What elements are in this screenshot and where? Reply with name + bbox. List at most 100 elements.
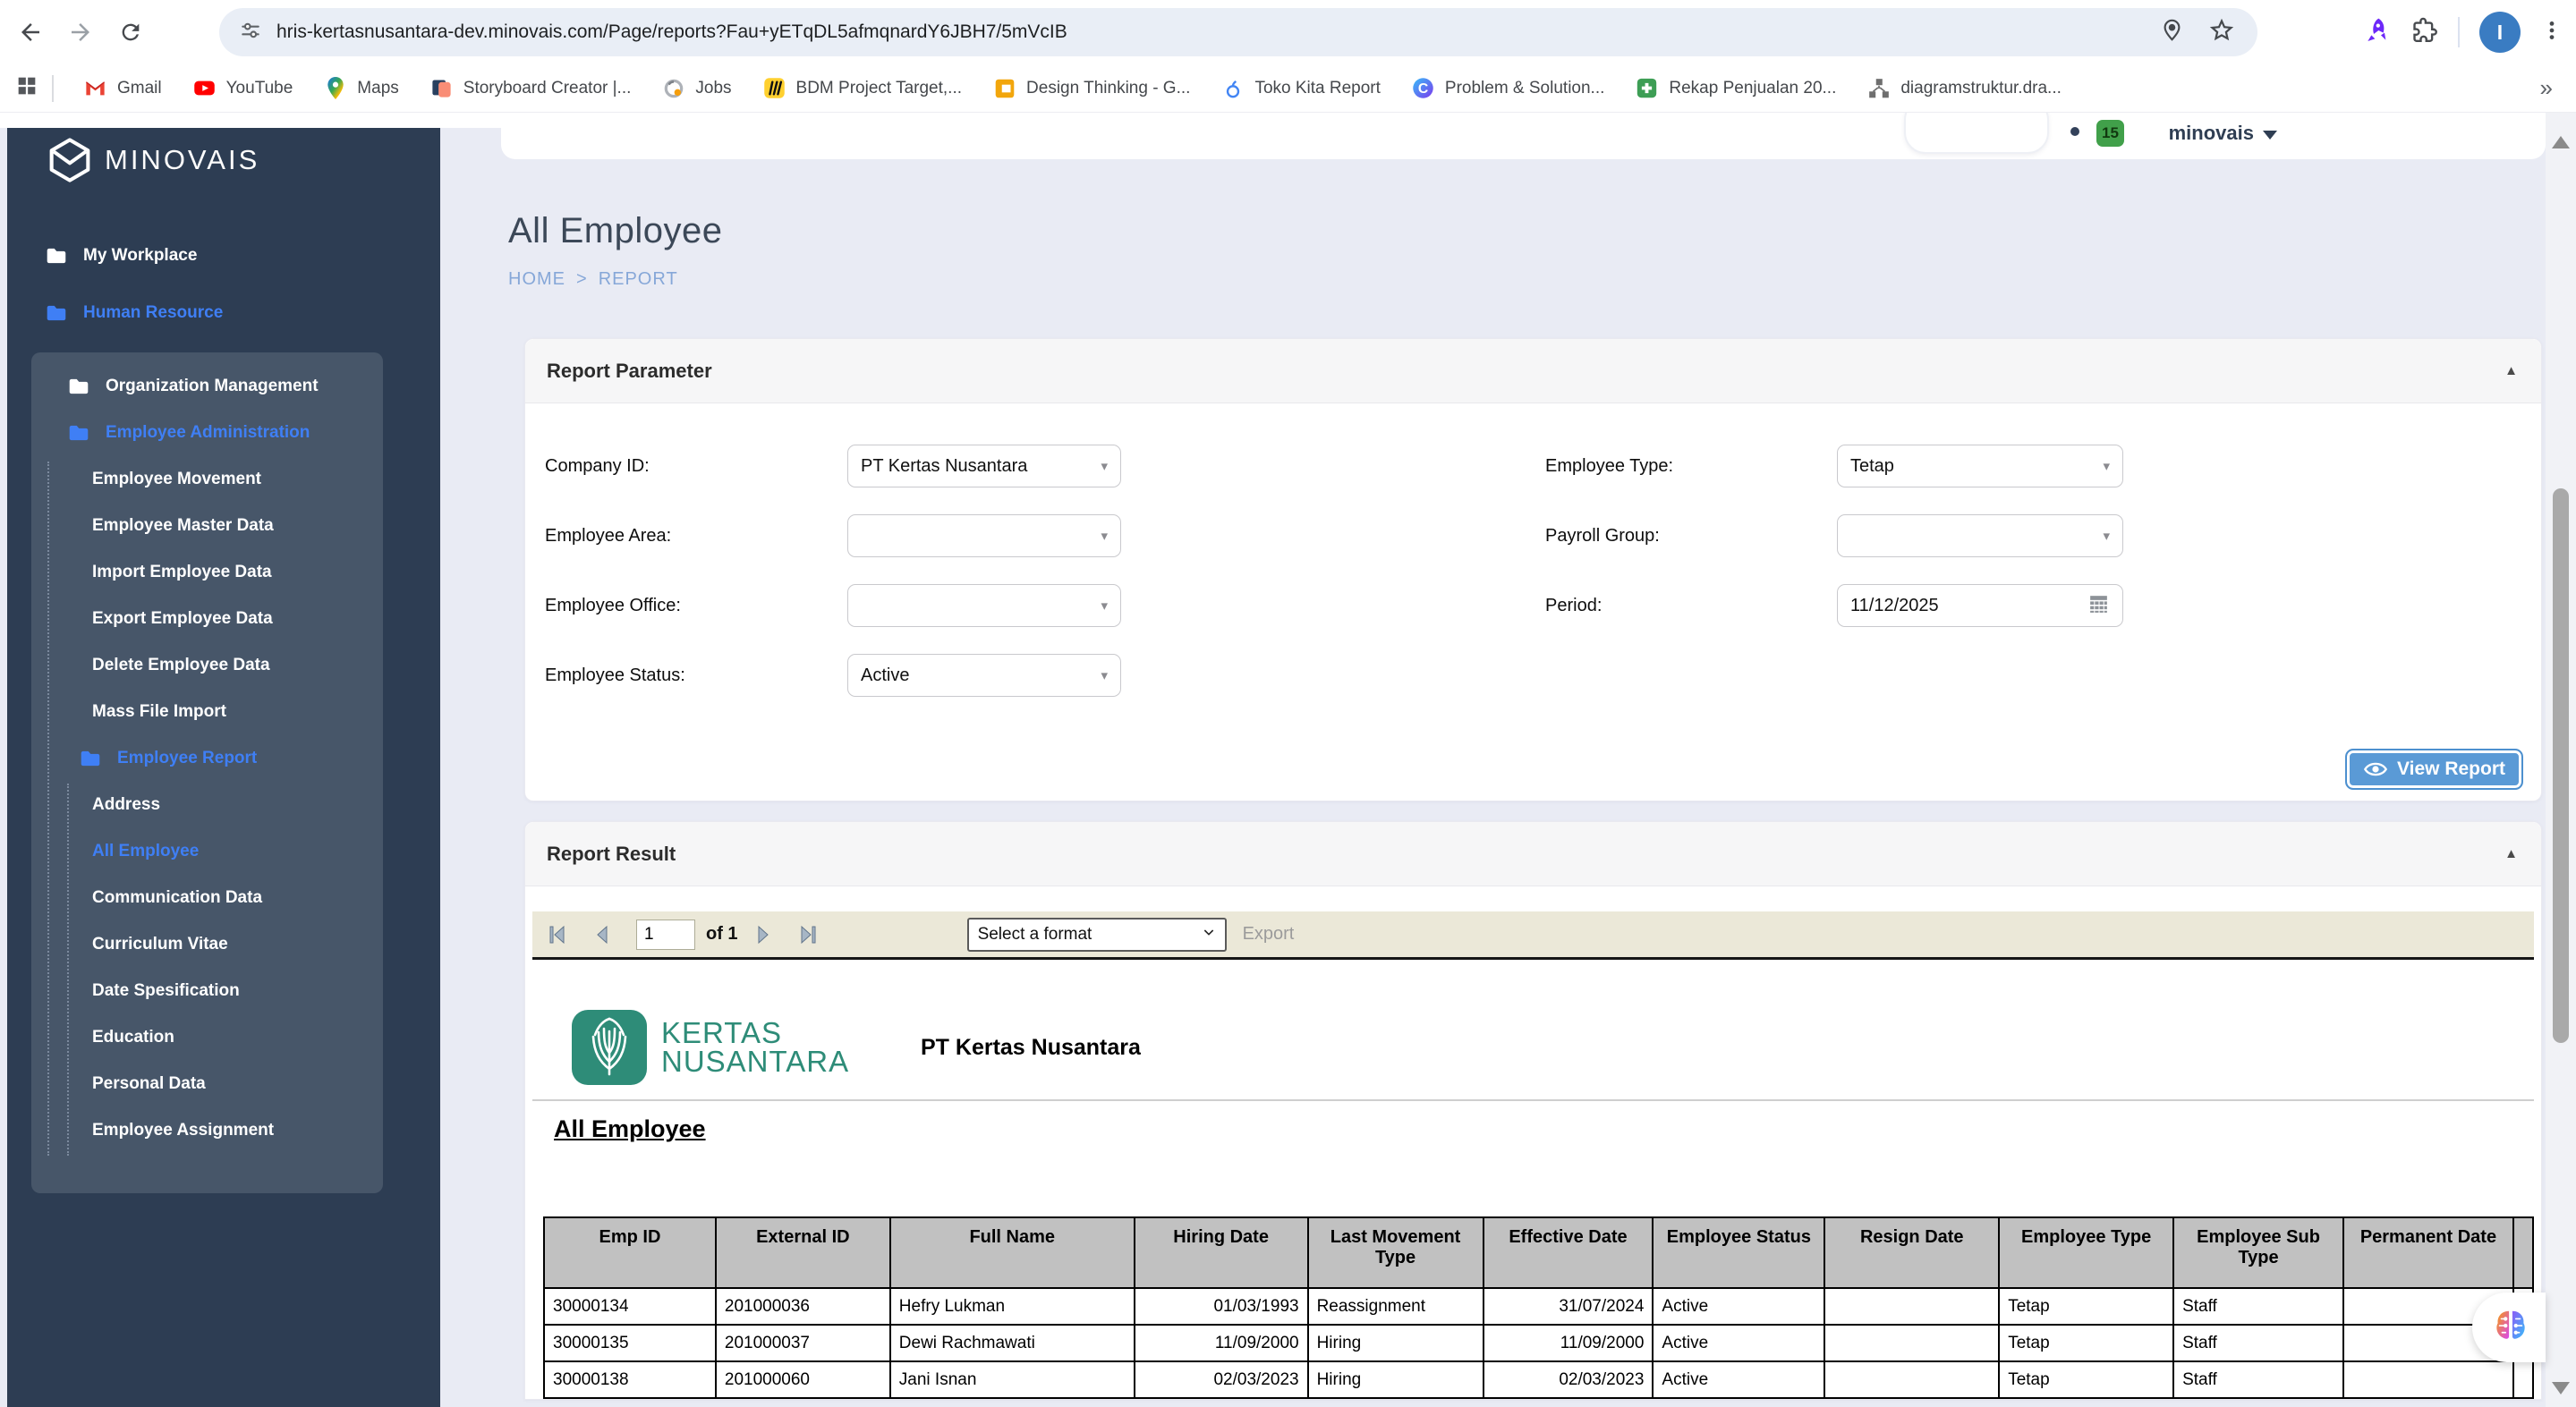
table-cell: 02/03/2023: [1482, 1360, 1654, 1399]
bookmark-item[interactable]: Gmail: [68, 71, 177, 106]
tune-icon[interactable]: [239, 19, 262, 47]
sidebar-item-curriculum-vitae[interactable]: Curriculum Vitae: [31, 921, 383, 968]
assistant-widget[interactable]: [2472, 1293, 2546, 1362]
chevron-down-icon: ▾: [2103, 459, 2110, 474]
table-cell: 11/09/2000: [1482, 1324, 1654, 1362]
reload-icon[interactable]: [111, 13, 150, 52]
table-cell: [1824, 1287, 2001, 1326]
report-result-panel: Report Result ▲ of 1: [524, 821, 2542, 1400]
collapse-icon[interactable]: ▲: [2504, 363, 2518, 378]
field-value: PT Kertas Nusantara: [861, 455, 1028, 476]
select-dropdown-company-id-[interactable]: PT Kertas Nusantara ▾: [847, 445, 1121, 487]
page-number-input[interactable]: [636, 919, 695, 950]
select-dropdown-payroll-group-[interactable]: ▾: [1837, 514, 2123, 557]
column-header: Full Name: [888, 1216, 1135, 1289]
sidebar-item-import-employee-data[interactable]: Import Employee Data: [31, 549, 383, 596]
apps-grid-icon[interactable]: [14, 73, 39, 103]
export-format-select[interactable]: Select a format: [966, 917, 1227, 952]
address-bar[interactable]: hris-kertasnusantara-dev.minovais.com/Pa…: [219, 8, 2257, 56]
view-report-button[interactable]: View Report: [2345, 749, 2523, 790]
url-text[interactable]: hris-kertasnusantara-dev.minovais.com/Pa…: [276, 21, 2160, 43]
select-dropdown-employee-type-[interactable]: Tetap ▾: [1837, 445, 2123, 487]
bookmark-item[interactable]: Toko Kita Report: [1205, 71, 1395, 106]
table-cell: 201000060: [714, 1360, 891, 1399]
prev-page-icon[interactable]: [591, 924, 613, 945]
last-page-icon[interactable]: [797, 924, 819, 945]
sidebar-item-employee-administration[interactable]: Employee Administration: [31, 410, 383, 456]
report-result-header[interactable]: Report Result ▲: [525, 822, 2541, 886]
table-cell: 30000135: [543, 1324, 717, 1362]
app-logo[interactable]: MINOVAIS: [7, 128, 440, 183]
sidebar-item-employee-report[interactable]: Employee Report: [31, 735, 383, 782]
sidebar-item-personal-data[interactable]: Personal Data: [31, 1061, 383, 1107]
extensions-puzzle-icon[interactable]: [2411, 17, 2438, 48]
parameter-fields-left: Company ID: PT Kertas Nusantara ▾ Employee …: [545, 445, 1121, 724]
select-dropdown-employee-area-[interactable]: ▾: [847, 514, 1121, 557]
sidebar-item-employee-assignment[interactable]: Employee Assignment: [31, 1107, 383, 1154]
account-menu[interactable]: minovais: [2169, 122, 2277, 145]
drawio-icon: [1866, 76, 1891, 100]
form-row: Payroll Group: ▾: [1545, 514, 2123, 557]
export-link[interactable]: Export: [1243, 924, 1295, 945]
profile-avatar[interactable]: I: [2479, 12, 2521, 53]
menu-kebab-icon[interactable]: [2540, 19, 2563, 47]
browser-toolbar: hris-kertasnusantara-dev.minovais.com/Pa…: [0, 0, 2576, 64]
table-cell: [1824, 1360, 2001, 1399]
bookmarks-overflow-chevron[interactable]: »: [2540, 74, 2553, 102]
back-icon[interactable]: [11, 13, 50, 52]
sidebar-item-education[interactable]: Education: [31, 1014, 383, 1061]
notification-bell-icon[interactable]: [2070, 127, 2079, 136]
sidebar: MINOVAIS My Workplace Human Resource Organ…: [7, 128, 440, 1407]
app-header: 15 minovais: [501, 113, 2546, 159]
notification-count-badge[interactable]: 15: [2096, 120, 2124, 147]
breadcrumb-current[interactable]: REPORT: [599, 269, 678, 290]
select-dropdown-employee-office-[interactable]: ▾: [847, 584, 1121, 627]
sidebar-item-all-employee[interactable]: All Employee: [31, 828, 383, 875]
breadcrumb-home[interactable]: HOME: [508, 269, 565, 290]
sidebar-item-employee-movement[interactable]: Employee Movement: [31, 456, 383, 503]
bookmark-item[interactable]: C Problem & Solution...: [1396, 71, 1620, 106]
sidebar-item-label: Personal Data: [92, 1074, 206, 1093]
report-heading: All Employee: [554, 1115, 706, 1142]
date-input-period-[interactable]: 11/12/2025: [1837, 584, 2123, 627]
location-pin-icon[interactable]: [2160, 18, 2184, 47]
parameter-fields-right: Employee Type: Tetap ▾ Payroll Group: ▾ Perio…: [1545, 445, 2123, 654]
bookmark-item[interactable]: Jobs: [646, 71, 746, 106]
header-search-box[interactable]: [1904, 113, 2049, 154]
bookmark-star-icon[interactable]: [2209, 18, 2234, 47]
bookmark-item[interactable]: Maps: [308, 71, 413, 106]
folder-icon: [45, 244, 68, 267]
sidebar-item-address[interactable]: Address: [31, 782, 383, 828]
sidebar-item-label: Organization Management: [106, 377, 319, 395]
bookmark-item[interactable]: BDM Project Target,...: [747, 71, 978, 106]
bookmark-item[interactable]: Storyboard Creator |...: [414, 71, 647, 106]
bookmark-item[interactable]: Design Thinking - G...: [977, 71, 1205, 106]
sidebar-item-delete-employee-data[interactable]: Delete Employee Data: [31, 642, 383, 689]
page-scrollbar[interactable]: [2546, 113, 2576, 1407]
bookmark-item[interactable]: Rekap Penjualan 20...: [1620, 71, 1851, 106]
svg-text:C: C: [1418, 81, 1428, 97]
scrollbar-thumb[interactable]: [2553, 488, 2569, 1043]
sidebar-item-date-spesification[interactable]: Date Spesification: [31, 968, 383, 1014]
sidebar-item-my-workplace[interactable]: My Workplace: [7, 227, 440, 284]
scrollbar-down-icon[interactable]: [2552, 1382, 2570, 1394]
select-dropdown-employee-status-[interactable]: Active ▾: [847, 654, 1121, 697]
next-page-icon[interactable]: [752, 924, 774, 945]
sidebar-item-communication-data[interactable]: Communication Data: [31, 875, 383, 921]
chevron-down-icon: ▾: [1101, 529, 1108, 544]
sidebar-item-mass-file-import[interactable]: Mass File Import: [31, 689, 383, 735]
report-parameter-header[interactable]: Report Parameter ▲: [525, 339, 2541, 403]
sidebar-item-human-resource[interactable]: Human Resource: [7, 284, 440, 342]
sidebar-item-export-employee-data[interactable]: Export Employee Data: [31, 596, 383, 642]
collapse-icon[interactable]: ▲: [2504, 846, 2518, 861]
scrollbar-up-icon[interactable]: [2552, 136, 2570, 148]
rocket-extension-icon[interactable]: [2363, 16, 2392, 49]
sidebar-item-employee-master-data[interactable]: Employee Master Data: [31, 503, 383, 549]
first-page-icon[interactable]: [547, 924, 568, 945]
bookmark-item[interactable]: YouTube: [177, 71, 309, 106]
sidebar-item-organization-management[interactable]: Organization Management: [31, 363, 383, 410]
bookmark-item[interactable]: diagramstruktur.dra...: [1851, 71, 2077, 106]
table-cell: 11/09/2000: [1133, 1324, 1309, 1362]
bookmark-label: Storyboard Creator |...: [463, 78, 632, 97]
forward-icon[interactable]: [61, 13, 100, 52]
